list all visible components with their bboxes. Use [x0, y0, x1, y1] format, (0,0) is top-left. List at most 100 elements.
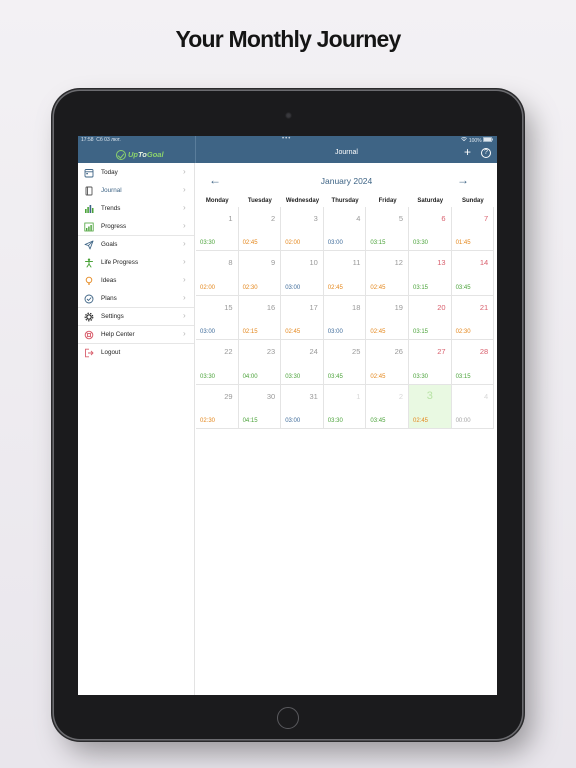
sidebar-item-progress[interactable]: Progress › [78, 218, 194, 236]
sidebar-item-plans[interactable]: Plans › [78, 290, 194, 308]
calendar-day-cell[interactable]: 27 03:30 [409, 340, 452, 385]
chevron-right-icon: › [183, 221, 186, 230]
day-number: 17 [309, 302, 318, 312]
day-duration: 04:15 [242, 417, 258, 424]
calendar-day-cell[interactable]: 4 00:00 [451, 384, 495, 429]
weekday-label: Wednesday [285, 198, 320, 204]
lightbulb-icon [85, 276, 93, 285]
chevron-right-icon: › [183, 275, 186, 284]
calendar-day-cell[interactable]: 23 04:00 [238, 340, 282, 385]
calendar-day-today[interactable]: 3 02:45 [409, 384, 452, 429]
day-number: 28 [479, 347, 489, 357]
logo-check-icon [116, 149, 126, 160]
sidebar-item-ideas[interactable]: Ideas › [78, 272, 194, 290]
day-number: 25 [352, 347, 361, 357]
sidebar-item-label: Today [101, 169, 118, 176]
sidebar-item-today[interactable]: Today › [78, 164, 194, 182]
day-number: 27 [437, 347, 446, 357]
sidebar-item-trends[interactable]: Trends › [78, 200, 194, 218]
day-duration: 02:45 [370, 373, 386, 380]
next-month-icon[interactable]: → [457, 174, 469, 186]
day-duration: 03:30 [285, 373, 301, 380]
day-number: 15 [224, 302, 233, 312]
day-duration: 02:30 [242, 284, 258, 291]
sidebar-item-label: Help Center [101, 331, 135, 338]
day-number: 6 [441, 214, 446, 223]
status-time: 17:58 Сб 03 лют. [81, 137, 121, 143]
calendar-day-cell[interactable]: 28 03:15 [451, 340, 495, 385]
add-icon[interactable]: + [464, 146, 471, 158]
lifebuoy-icon [84, 330, 94, 340]
calendar-day-cell[interactable]: 20 03:15 [409, 295, 452, 341]
calendar-day-cell[interactable]: 19 02:45 [366, 295, 409, 341]
calendar-day-cell[interactable]: 4 03:00 [323, 207, 367, 252]
sidebar-divider [78, 343, 194, 344]
calendar-day-cell[interactable]: 10 03:00 [281, 251, 324, 296]
calendar-day-cell[interactable]: 31 03:00 [281, 384, 324, 429]
chevron-right-icon: › [183, 239, 186, 248]
calendar-day-cell[interactable]: 5 03:15 [366, 207, 409, 252]
calendar-day-cell[interactable]: 29 02:30 [196, 384, 239, 429]
day-number: 23 [266, 347, 276, 357]
day-number: 14 [479, 258, 489, 268]
day-duration: 02:00 [285, 240, 301, 247]
calendar-day-cell[interactable]: 22 03:30 [196, 340, 239, 385]
chevron-right-icon: › [183, 167, 186, 176]
calendar-day-cell[interactable]: 15 03:00 [196, 295, 239, 341]
day-duration: 04:00 [242, 373, 258, 380]
tablet-device: 17:58 Сб 03 лют. ••• 100% UpToGoal Journ… [54, 91, 522, 739]
sidebar-divider [78, 307, 194, 308]
sidebar-item-label: Ideas [101, 277, 117, 284]
calendar-day-cell[interactable]: 2 03:45 [366, 384, 409, 429]
weekday-label: Tuesday [247, 198, 272, 204]
day-number: 8 [228, 258, 233, 268]
day-number: 18 [352, 302, 361, 312]
calendar-month-title: January 2024 [320, 176, 373, 186]
calendar-day-cell[interactable]: 13 03:15 [409, 251, 452, 296]
sidebar-item-life-progress[interactable]: Life Progress › [78, 254, 194, 272]
day-number: 13 [437, 258, 446, 268]
day-number: 16 [266, 302, 276, 312]
calendar-day-cell[interactable]: 8 02:00 [196, 251, 239, 296]
battery-icon [483, 137, 493, 143]
calendar-day-cell[interactable]: 21 02:30 [451, 295, 495, 341]
calendar-day-cell[interactable]: 24 03:30 [281, 340, 324, 385]
calendar-day-cell[interactable]: 9 02:30 [238, 251, 282, 296]
calendar-grid: 1 03:30 2 02:45 3 02:00 4 03:00 5 03:15 6 03:30 7 01:… [196, 207, 496, 429]
calendar-day-cell[interactable]: 14 03:45 [451, 251, 495, 296]
day-duration: 03:45 [327, 373, 343, 380]
day-duration: 00:00 [455, 417, 471, 424]
calendar-day-cell[interactable]: 1 03:30 [196, 207, 239, 252]
day-duration: 03:00 [285, 417, 301, 424]
sidebar-item-journal[interactable]: Journal › [78, 182, 194, 200]
chevron-right-icon: › [183, 257, 186, 266]
calendar-day-cell[interactable]: 6 03:30 [409, 207, 452, 252]
day-number: 4 [356, 214, 361, 223]
sidebar-item-label: Plans [101, 295, 117, 302]
multitask-dots[interactable]: ••• [282, 136, 291, 142]
sidebar-item-help-center[interactable]: Help Center › [78, 326, 194, 344]
sidebar-item-logout[interactable]: Logout [78, 344, 194, 362]
day-duration: 03:15 [413, 284, 429, 291]
sidebar-item-settings[interactable]: Settings › [78, 308, 194, 326]
journal-icon [85, 186, 93, 196]
home-button[interactable] [277, 707, 299, 729]
calendar-day-cell[interactable]: 1 03:30 [323, 384, 367, 429]
calendar-day-cell[interactable]: 3 02:00 [281, 207, 324, 252]
day-duration: 03:30 [327, 417, 343, 424]
calendar-day-cell[interactable]: 7 01:45 [451, 207, 495, 252]
sidebar-item-goals[interactable]: Goals › [78, 236, 194, 254]
calendar-day-cell[interactable]: 25 03:45 [323, 340, 367, 385]
calendar-day-cell[interactable]: 12 02:45 [366, 251, 409, 296]
calendar-day-cell[interactable]: 26 02:45 [366, 340, 409, 385]
day-number: 20 [437, 302, 446, 312]
day-number: 11 [352, 258, 361, 268]
calendar-day-cell[interactable]: 2 02:45 [238, 207, 282, 252]
calendar-day-cell[interactable]: 17 02:45 [281, 295, 324, 341]
calendar-day-cell[interactable]: 18 03:00 [323, 295, 367, 341]
calendar-day-cell[interactable]: 11 02:45 [323, 251, 367, 296]
calendar-day-cell[interactable]: 16 02:15 [238, 295, 282, 341]
help-icon[interactable]: ? [481, 148, 491, 158]
calendar-day-cell[interactable]: 30 04:15 [238, 384, 282, 429]
day-number: 19 [394, 302, 403, 312]
